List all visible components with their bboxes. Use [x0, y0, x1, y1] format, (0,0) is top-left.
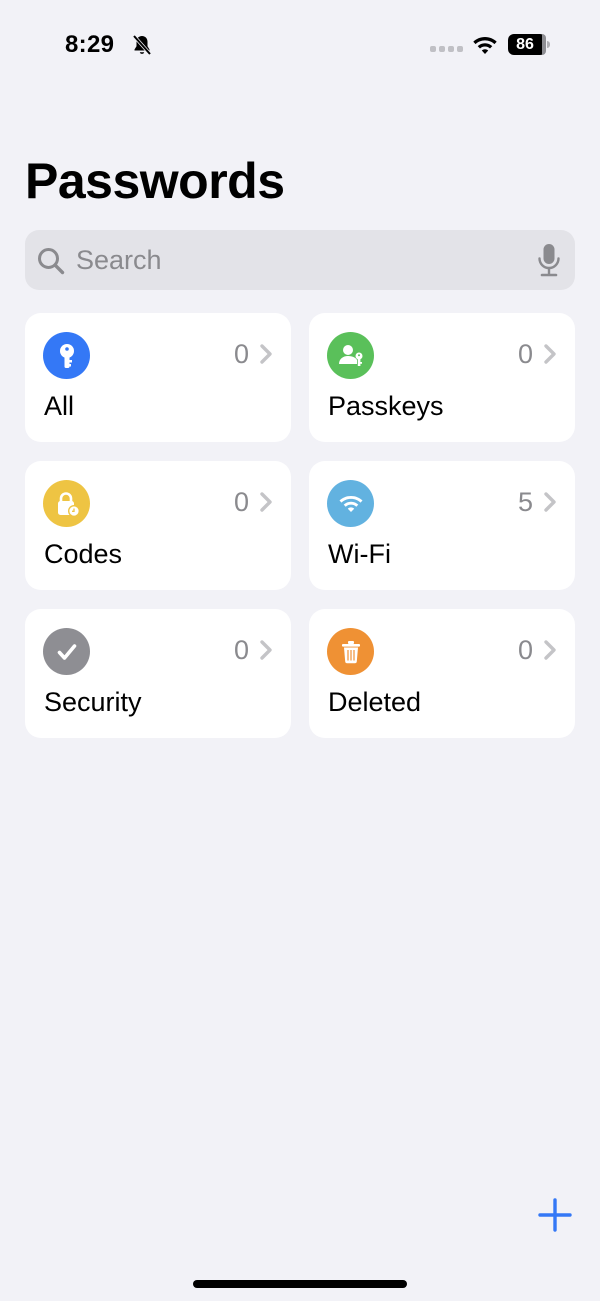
- category-tile-codes[interactable]: 0 Codes: [25, 461, 291, 590]
- lock-clock-icon: [43, 480, 90, 527]
- bell-slash-icon: [132, 34, 152, 56]
- chevron-right-icon: [260, 492, 272, 512]
- chevron-right-icon: [544, 492, 556, 512]
- battery-indicator: 86: [508, 34, 546, 55]
- cellular-signal-dots-icon: [430, 46, 463, 52]
- category-count: 0: [233, 487, 249, 517]
- category-tile-wifi[interactable]: 5 Wi-Fi: [309, 461, 575, 590]
- search-input[interactable]: [76, 230, 516, 290]
- category-count: 0: [517, 635, 533, 665]
- category-count: 0: [233, 339, 249, 369]
- wifi-icon: [327, 480, 374, 527]
- category-count: 0: [233, 635, 249, 665]
- trash-icon: [327, 628, 374, 675]
- category-label: Wi-Fi: [328, 539, 391, 569]
- chevron-right-icon: [544, 640, 556, 660]
- category-tile-deleted[interactable]: 0 Deleted: [309, 609, 575, 738]
- category-label: Deleted: [328, 687, 422, 717]
- category-grid: 0 All 0 Passkeys 0 Codes 5 Wi-Fi 0 Secur…: [25, 313, 575, 738]
- category-label: Passkeys: [328, 391, 444, 421]
- checkmark-icon: [43, 628, 90, 675]
- status-time: 8:29: [65, 31, 115, 58]
- wifi-icon: [473, 37, 497, 54]
- category-count: 0: [517, 339, 533, 369]
- plus-icon[interactable]: [536, 1196, 574, 1234]
- category-tile-passkeys[interactable]: 0 Passkeys: [309, 313, 575, 442]
- category-label: All: [44, 391, 75, 421]
- category-tile-all[interactable]: 0 All: [25, 313, 291, 442]
- category-label: Codes: [44, 539, 123, 569]
- key-icon: [43, 332, 90, 379]
- microphone-icon[interactable]: [537, 243, 561, 277]
- category-tile-security[interactable]: 0 Security: [25, 609, 291, 738]
- page-title: Passwords: [25, 153, 285, 209]
- category-count: 5: [517, 487, 533, 517]
- chevron-right-icon: [260, 344, 272, 364]
- category-label: Security: [44, 687, 142, 717]
- chevron-right-icon: [260, 640, 272, 660]
- battery-tip: [547, 41, 550, 48]
- home-indicator[interactable]: [193, 1280, 407, 1288]
- status-bar: 8:29 86: [0, 0, 600, 90]
- battery-level: 86: [516, 35, 534, 53]
- magnifying-glass-icon: [38, 248, 65, 275]
- person-key-icon: [327, 332, 374, 379]
- search-bar[interactable]: [25, 230, 575, 290]
- chevron-right-icon: [544, 344, 556, 364]
